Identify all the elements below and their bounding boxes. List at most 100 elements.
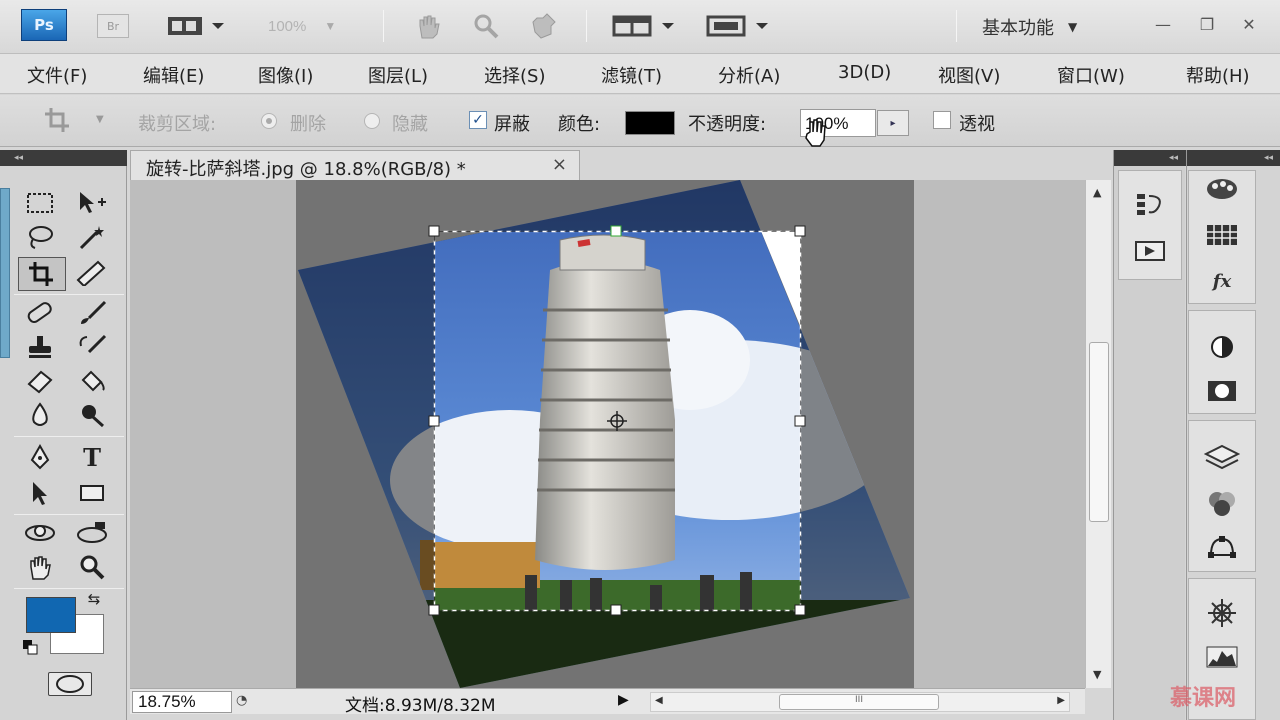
arrange-documents-icon[interactable] — [612, 12, 678, 40]
color-panel-icon[interactable] — [1202, 172, 1242, 206]
adjustments-panel-icon[interactable] — [1202, 330, 1242, 364]
eraser-tool-icon[interactable] — [22, 366, 58, 396]
document-size-info[interactable]: 文档:8.93M/8.32M — [345, 691, 496, 716]
type-tool-icon[interactable]: T — [74, 442, 110, 472]
scroll-left-arrow-icon[interactable]: ◀ — [655, 695, 663, 706]
move-tool-icon[interactable] — [74, 188, 110, 218]
actions-panel-icon[interactable] — [1130, 234, 1170, 268]
title-bar: Ps Br 100% ▼ 基本功能 ▼ — ❐ ✕ — [0, 0, 1280, 54]
rotate-view-icon[interactable] — [524, 12, 564, 40]
histogram-panel-icon[interactable] — [1202, 640, 1242, 674]
horizontal-scrollbar[interactable]: ◀ III ▶ — [650, 692, 1070, 712]
menu-view[interactable]: 视图(V) — [938, 62, 1000, 88]
healing-brush-tool-icon[interactable] — [22, 298, 58, 328]
separator — [956, 10, 957, 42]
close-icon[interactable]: × — [552, 154, 567, 175]
styles-fx-icon[interactable]: fx — [1202, 264, 1242, 298]
marquee-tool-icon[interactable] — [22, 188, 58, 218]
crop-tool-preset-icon[interactable] — [40, 105, 76, 135]
vertical-scrollbar[interactable]: ▲ ▼ — [1085, 180, 1111, 688]
paths-panel-icon[interactable] — [1202, 530, 1242, 564]
quick-mask-button[interactable] — [48, 672, 92, 696]
document-tab[interactable]: 旋转-比萨斜塔.jpg @ 18.8%(RGB/8) * × — [130, 150, 580, 180]
zoom-icon[interactable] — [466, 12, 506, 40]
foreground-color-swatch[interactable] — [26, 597, 76, 633]
default-colors-icon[interactable] — [18, 636, 44, 658]
path-selection-tool-icon[interactable] — [22, 478, 58, 508]
3d-orbit-tool-icon[interactable] — [74, 518, 110, 548]
scroll-up-arrow-icon[interactable]: ▲ — [1093, 186, 1101, 199]
photoshop-logo: Ps — [21, 9, 67, 41]
paint-bucket-tool-icon[interactable] — [74, 366, 110, 396]
zoom-level-dropdown[interactable]: 100% ▼ — [268, 14, 360, 38]
swatches-panel-icon[interactable] — [1202, 218, 1242, 252]
swap-colors-icon[interactable]: ⇆ — [80, 588, 108, 610]
tools-panel-collapse-icon[interactable]: ◂◂ — [0, 150, 127, 166]
clone-stamp-tool-icon[interactable] — [22, 332, 58, 362]
menu-analysis[interactable]: 分析(A) — [718, 62, 780, 88]
history-panel-icon[interactable] — [1130, 188, 1170, 222]
canvas-image[interactable] — [130, 180, 1085, 688]
zoom-percent-input[interactable]: 18.75% — [132, 691, 232, 713]
status-options-icon[interactable]: ◔ — [236, 693, 247, 708]
menu-filter[interactable]: 滤镜(T) — [601, 62, 662, 88]
bridge-button[interactable]: Br — [97, 14, 129, 38]
restore-button[interactable]: ❐ — [1196, 12, 1218, 36]
delete-radio[interactable] — [261, 113, 277, 129]
menu-layer[interactable]: 图层(L) — [368, 62, 428, 88]
menu-help[interactable]: 帮助(H) — [1186, 62, 1250, 88]
menu-edit[interactable]: 编辑(E) — [143, 62, 204, 88]
chevron-down-icon: ▼ — [96, 114, 104, 125]
vertical-scroll-thumb[interactable] — [1089, 342, 1109, 522]
menu-window[interactable]: 窗口(W) — [1057, 62, 1125, 88]
divider — [14, 436, 124, 437]
film-strip-icon[interactable] — [166, 12, 226, 40]
minimize-button[interactable]: — — [1152, 12, 1174, 36]
scroll-right-arrow-icon[interactable]: ▶ — [1057, 695, 1065, 706]
perspective-checkbox[interactable] — [933, 111, 951, 129]
navigator-panel-icon[interactable] — [1202, 596, 1242, 630]
canvas-area[interactable] — [130, 180, 1085, 688]
lasso-tool-icon[interactable] — [22, 222, 58, 252]
menu-select[interactable]: 选择(S) — [484, 62, 545, 88]
channels-panel-icon[interactable] — [1202, 486, 1242, 520]
pen-tool-icon[interactable] — [22, 442, 58, 472]
shield-color-swatch[interactable] — [625, 111, 675, 135]
menu-file[interactable]: 文件(F) — [27, 62, 87, 88]
dodge-tool-icon[interactable] — [74, 400, 110, 430]
layers-panel-icon[interactable] — [1202, 440, 1242, 474]
menu-image[interactable]: 图像(I) — [258, 62, 313, 88]
photoshop-window: Ps Br 100% ▼ 基本功能 ▼ — ❐ ✕ 文件(F) 编辑(E) 图像… — [0, 0, 1280, 720]
separator — [383, 10, 384, 42]
hand-icon[interactable] — [408, 12, 448, 40]
close-button[interactable]: ✕ — [1238, 12, 1260, 36]
screen-mode-icon[interactable] — [706, 12, 772, 40]
magic-wand-tool-icon[interactable] — [74, 222, 110, 252]
horizontal-scroll-thumb[interactable]: III — [779, 694, 939, 710]
crop-area-label: 裁剪区域: — [138, 114, 217, 135]
opacity-slider-arrow[interactable]: ▸ — [877, 110, 909, 136]
crop-tool-icon[interactable] — [18, 257, 66, 291]
brush-tool-icon[interactable] — [74, 298, 110, 328]
masks-panel-icon[interactable] — [1202, 374, 1242, 408]
expand-panels-icon[interactable]: ◂◂ — [1114, 150, 1186, 166]
expand-dock-icon[interactable]: ◂◂ — [1187, 150, 1280, 166]
3d-rotate-tool-icon[interactable] — [22, 518, 58, 548]
divider — [14, 514, 124, 515]
ruler-tool-icon[interactable] — [74, 258, 110, 288]
rectangle-tool-icon[interactable] — [74, 478, 110, 508]
chevron-down-icon: ▼ — [324, 19, 337, 33]
scroll-down-arrow-icon[interactable]: ▼ — [1093, 668, 1101, 681]
chevron-down-icon: ▼ — [1068, 20, 1078, 34]
hand-tool-icon[interactable] — [22, 552, 58, 582]
hide-label: 隐藏 — [392, 114, 428, 135]
shield-checkbox[interactable]: ✓ — [469, 111, 487, 129]
menu-3d[interactable]: 3D(D) — [838, 62, 891, 83]
workspace-switcher[interactable]: 基本功能 ▼ — [982, 14, 1077, 40]
history-brush-tool-icon[interactable] — [74, 332, 110, 362]
workspace-label: 基本功能 — [982, 18, 1054, 39]
hide-radio[interactable] — [364, 113, 380, 129]
zoom-tool-icon[interactable] — [74, 552, 110, 582]
blur-tool-icon[interactable] — [22, 400, 58, 430]
status-menu-arrow-icon[interactable]: ▶ — [618, 692, 629, 708]
